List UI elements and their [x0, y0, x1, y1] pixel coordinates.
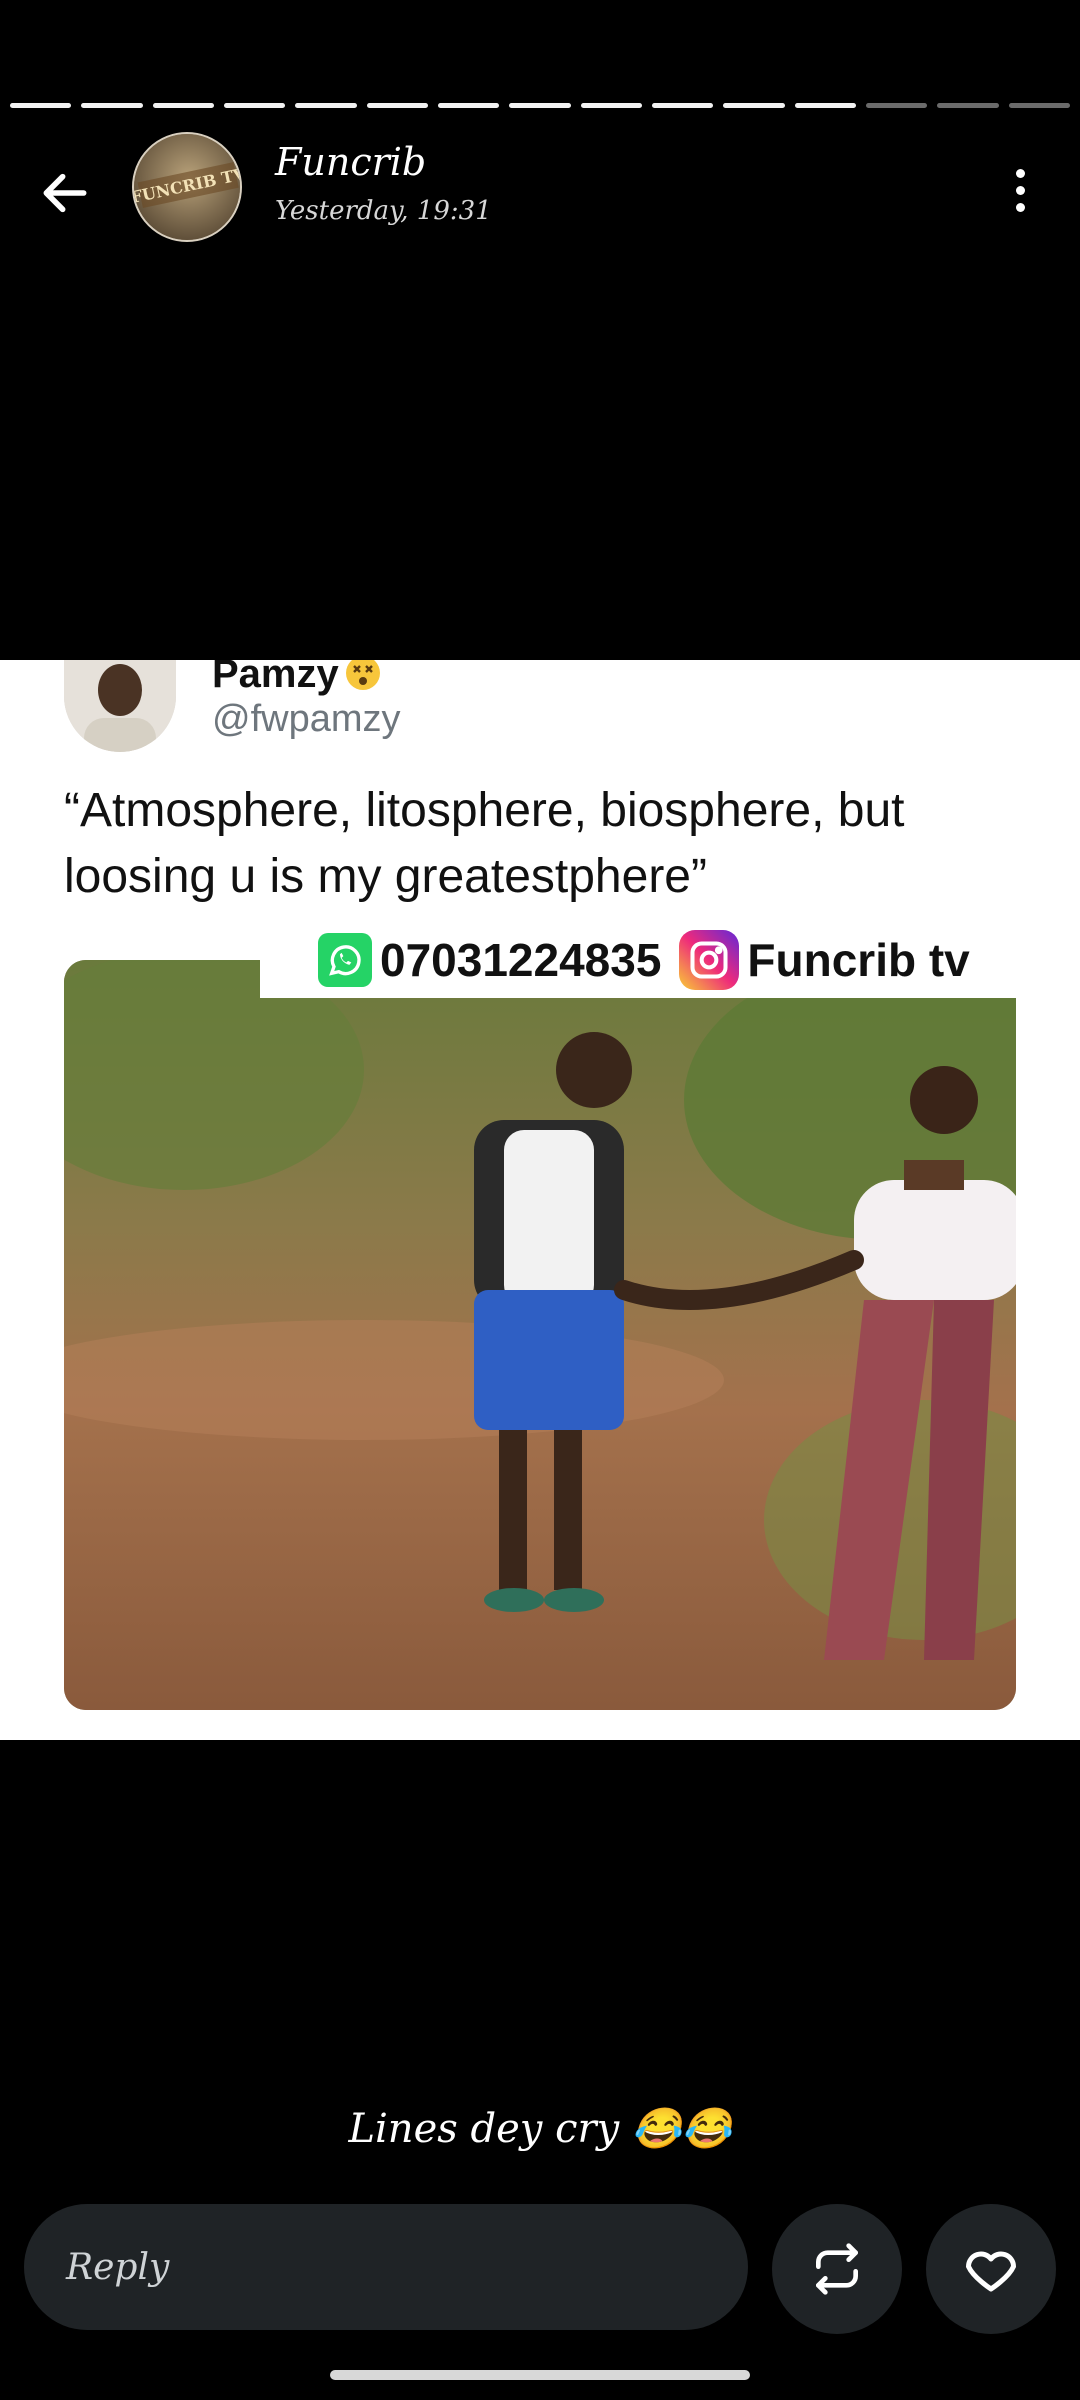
arrow-left-icon	[43, 173, 87, 213]
heart-icon	[966, 2251, 1016, 2292]
whatsapp-icon	[318, 933, 372, 987]
progress-segment	[865, 103, 928, 108]
watermark-brand: Funcrib tv	[747, 934, 970, 986]
repost-icon	[816, 2243, 858, 2295]
gesture-home-bar[interactable]	[330, 2370, 750, 2380]
post-photo	[64, 960, 1016, 1710]
reply-input[interactable]: Reply	[24, 2204, 748, 2330]
story-caption: Lines dey cry 😂😂	[348, 2106, 732, 2152]
progress-segment	[723, 103, 785, 108]
progress-segment	[651, 103, 714, 108]
author-handle: @fwpamzy	[212, 698, 401, 740]
progress-segment	[1008, 103, 1070, 108]
more-vertical-icon	[1015, 168, 1025, 178]
channel-title[interactable]: Funcrib	[275, 140, 426, 184]
author-name: Pamzy	[212, 660, 383, 697]
watermark-banner: 07031224835 Funcrib tv	[260, 922, 1080, 998]
more-options-button[interactable]	[1000, 160, 1040, 220]
progress-segment	[152, 103, 214, 108]
progress-segment	[937, 103, 999, 108]
story-progress-bar	[10, 103, 1070, 108]
progress-segment	[81, 103, 143, 108]
dizzy-face-emoji	[345, 660, 380, 690]
author-avatar	[64, 660, 176, 752]
like-button[interactable]	[926, 2204, 1056, 2334]
progress-segment	[223, 103, 286, 108]
progress-segment	[10, 103, 72, 108]
progress-segment	[366, 103, 428, 108]
progress-segment	[295, 103, 357, 108]
progress-segment	[437, 103, 500, 108]
instagram-icon	[679, 930, 740, 990]
story-header: FUNCRIB TV Funcrib Yesterday, 19:31	[0, 130, 1080, 250]
watermark-phone: 07031224835	[380, 934, 662, 986]
progress-segment	[580, 103, 642, 108]
story-timestamp: Yesterday, 19:31	[275, 196, 492, 226]
back-button[interactable]	[30, 158, 100, 228]
post-text: “Atmosphere, litosphere, biosphere, but …	[64, 784, 905, 903]
story-media: Pamzy @fwpamzy “Atmosphere, litosphere, …	[0, 660, 1080, 1740]
progress-segment	[794, 103, 856, 108]
progress-segment	[509, 103, 571, 108]
repost-button[interactable]	[772, 2204, 902, 2334]
channel-avatar[interactable]: FUNCRIB TV	[132, 132, 242, 242]
